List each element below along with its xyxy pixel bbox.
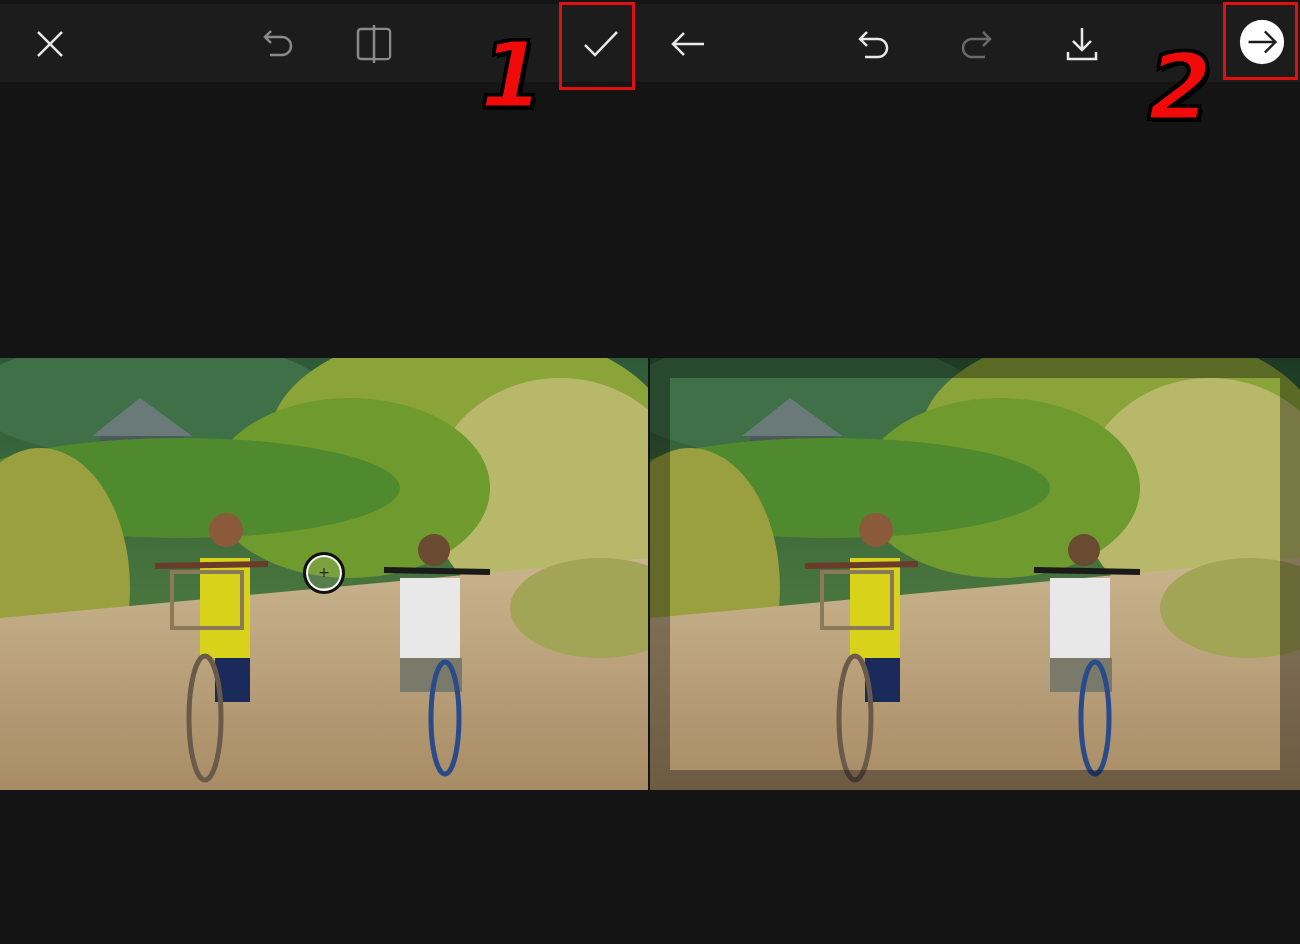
back-button[interactable] [664, 20, 712, 68]
highlight-next-button [1223, 2, 1298, 80]
redo-icon [961, 31, 992, 59]
back-arrow-icon [671, 32, 704, 56]
photo-preview-before[interactable]: + [0, 358, 648, 790]
highlight-apply-button [559, 2, 635, 90]
photo-image [650, 358, 1300, 790]
top-toolbar [0, 4, 648, 82]
close-button[interactable] [26, 20, 74, 68]
undo-icon [263, 30, 293, 57]
undo-button[interactable] [848, 22, 896, 70]
download-icon [1066, 28, 1098, 61]
step-1-label: 1 [478, 22, 545, 129]
download-button[interactable] [1058, 20, 1106, 68]
undo-button[interactable] [252, 20, 300, 68]
selection-cursor[interactable]: + [303, 552, 345, 594]
undo-icon [858, 31, 889, 59]
compare-split-icon [356, 25, 392, 63]
compare-button[interactable] [350, 20, 398, 68]
redo-button[interactable] [954, 22, 1002, 70]
editor-panel-right: 2 [648, 0, 1300, 944]
editor-panel-left: 1 + [0, 0, 648, 944]
close-icon [37, 31, 63, 57]
step-2-label: 2 [1146, 34, 1213, 141]
photo-preview-after[interactable] [650, 358, 1300, 790]
